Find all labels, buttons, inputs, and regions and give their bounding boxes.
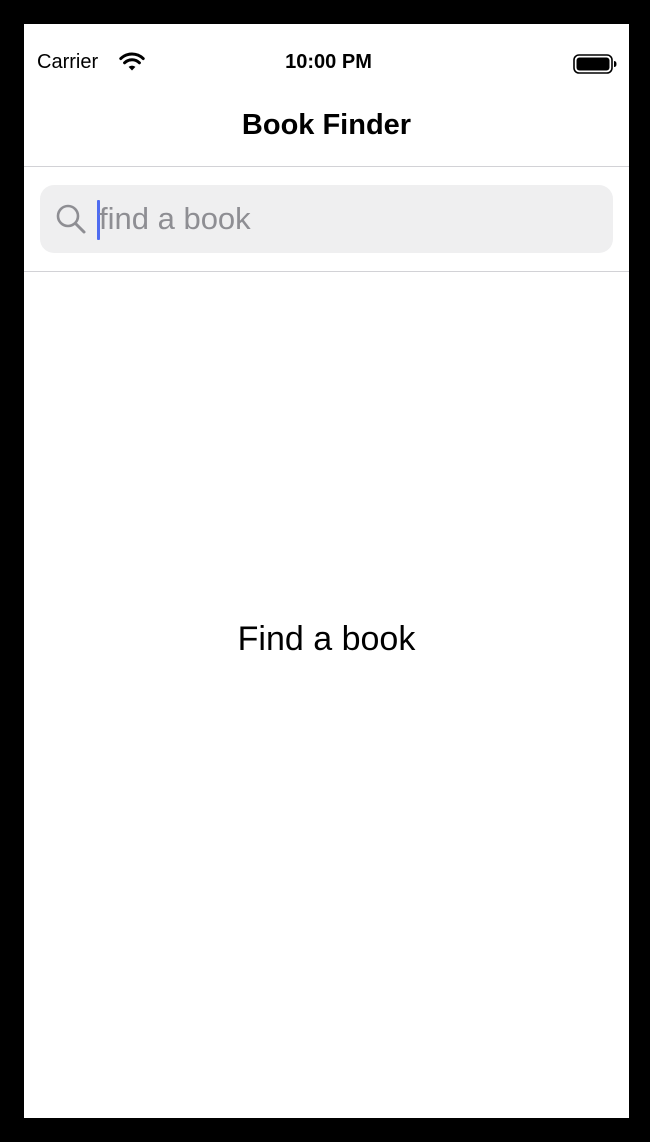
page-title: Book Finder bbox=[241, 109, 412, 141]
empty-state-message: Find a book bbox=[237, 620, 416, 658]
app-screen: Carrier 10:00 PM Book Finder Find a book bbox=[24, 24, 629, 1118]
search-icon bbox=[56, 204, 86, 234]
search-bar bbox=[24, 167, 629, 272]
battery-icon bbox=[573, 54, 617, 74]
navigation-bar: Book Finder bbox=[24, 94, 629, 167]
status-time: 10:00 PM bbox=[285, 51, 372, 73]
status-bar: Carrier 10:00 PM bbox=[24, 24, 629, 74]
search-field[interactable] bbox=[40, 185, 613, 253]
search-input[interactable] bbox=[99, 197, 599, 241]
